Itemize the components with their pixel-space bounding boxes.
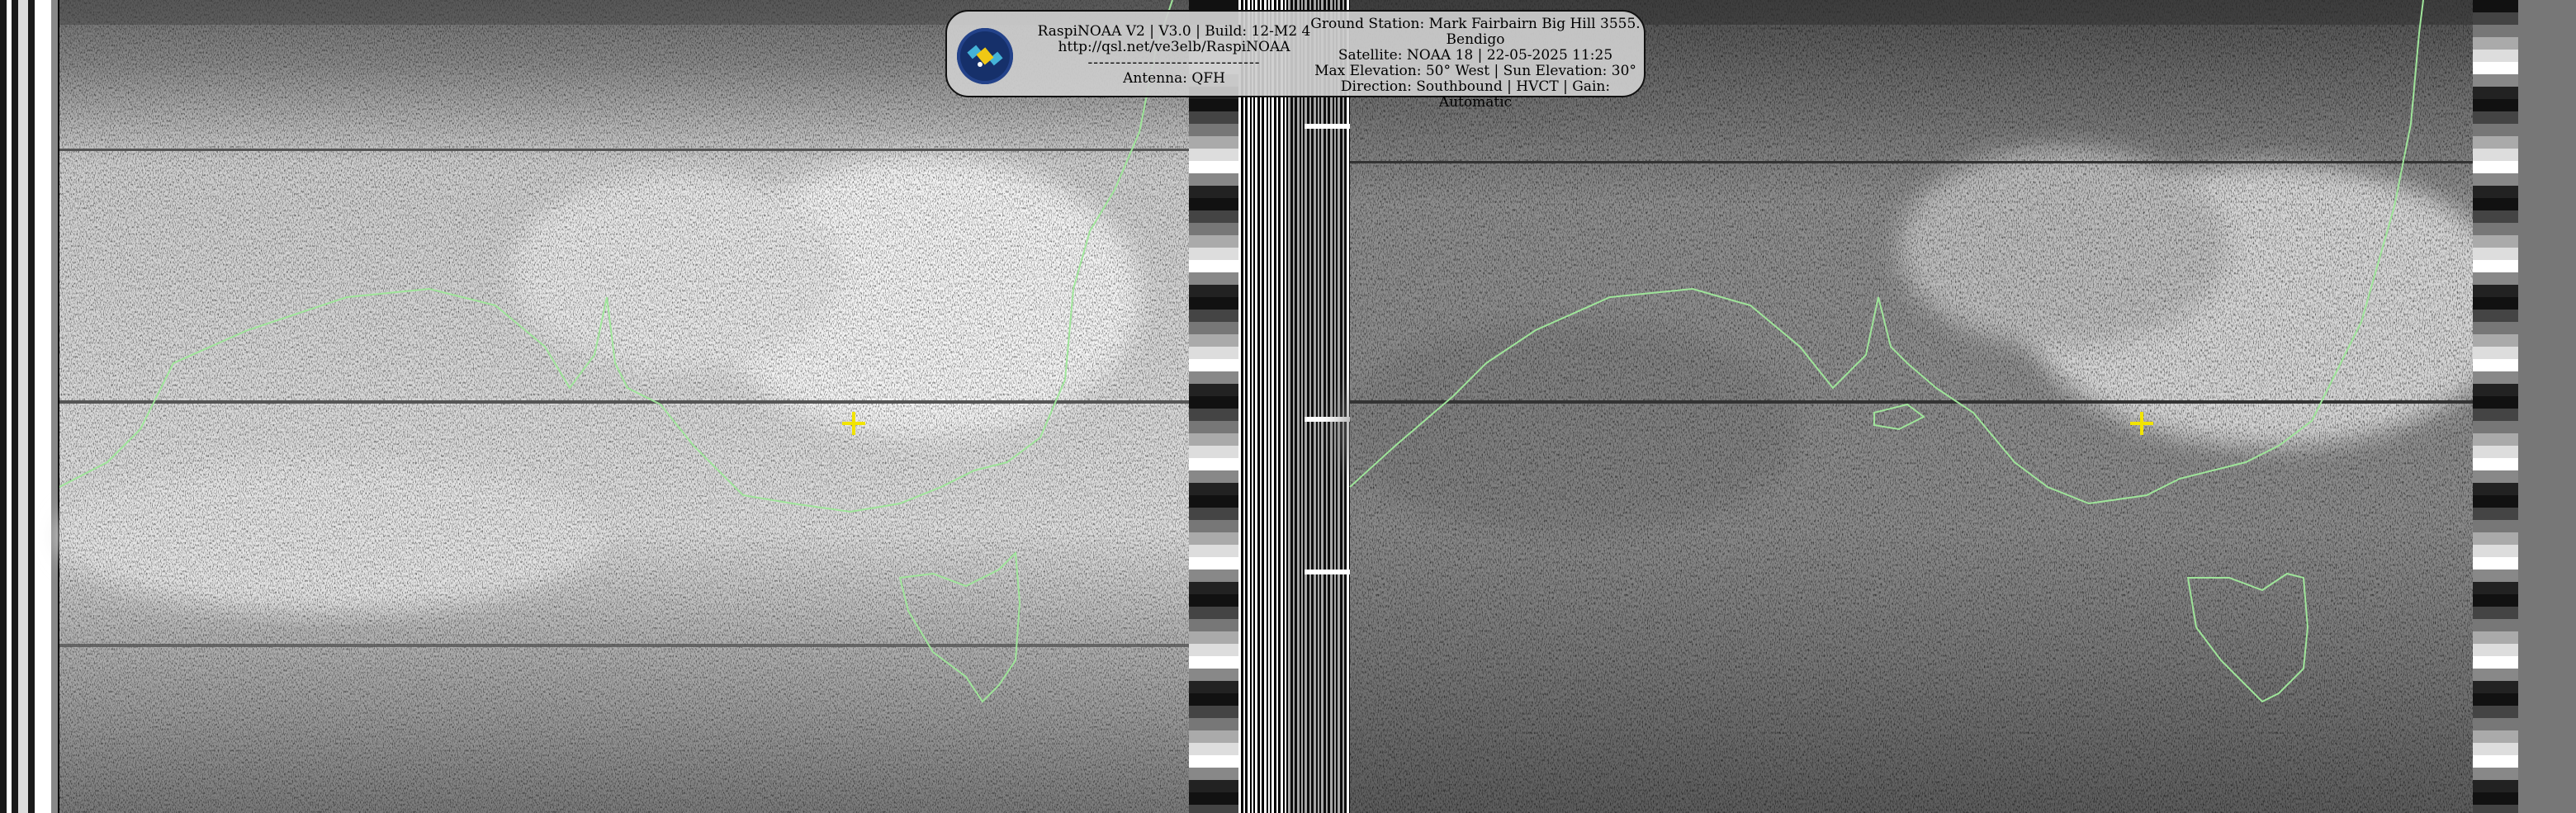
elevation-info: Max Elevation: 50° West | Sun Elevation:…: [1314, 63, 1636, 79]
ground-station: Ground Station: Mark Fairbairn Big Hill …: [1310, 16, 1641, 32]
satellite-icon: [957, 28, 1013, 84]
software-version: RaspiNOAA V2 | V3.0 | Build: 12-M2 4: [1037, 23, 1311, 40]
sync-block-left: [0, 0, 58, 813]
channel-a-image: [58, 0, 1189, 813]
satellite-image-view: [0, 0, 2576, 813]
channel-b-image: [1338, 0, 2518, 813]
telemetry-strip-a: [1189, 0, 1238, 813]
antenna-info: Antenna: QFH: [1123, 70, 1225, 87]
ground-station-city: Bendigo: [1446, 31, 1505, 48]
telemetry-strip-b: [2473, 0, 2518, 813]
pass-info-overlay: RaspiNOAA V2 | V3.0 | Build: 12-M2 4 htt…: [945, 10, 1646, 111]
software-url: http://qsl.net/ve3elb/RaspiNOAA: [1058, 39, 1290, 55]
pass-details: Ground Station: Mark Fairbairn Big Hill …: [1310, 17, 1641, 111]
satellite-info: Satellite: NOAA 18 | 22-05-2025 11:25: [1338, 47, 1613, 64]
software-info: RaspiNOAA V2 | V3.0 | Build: 12-M2 4 htt…: [1009, 24, 1339, 87]
direction-info: Direction: Southbound | HVCT | Gain: Aut…: [1340, 78, 1611, 111]
separator-line: -------------------------------: [1087, 54, 1261, 71]
